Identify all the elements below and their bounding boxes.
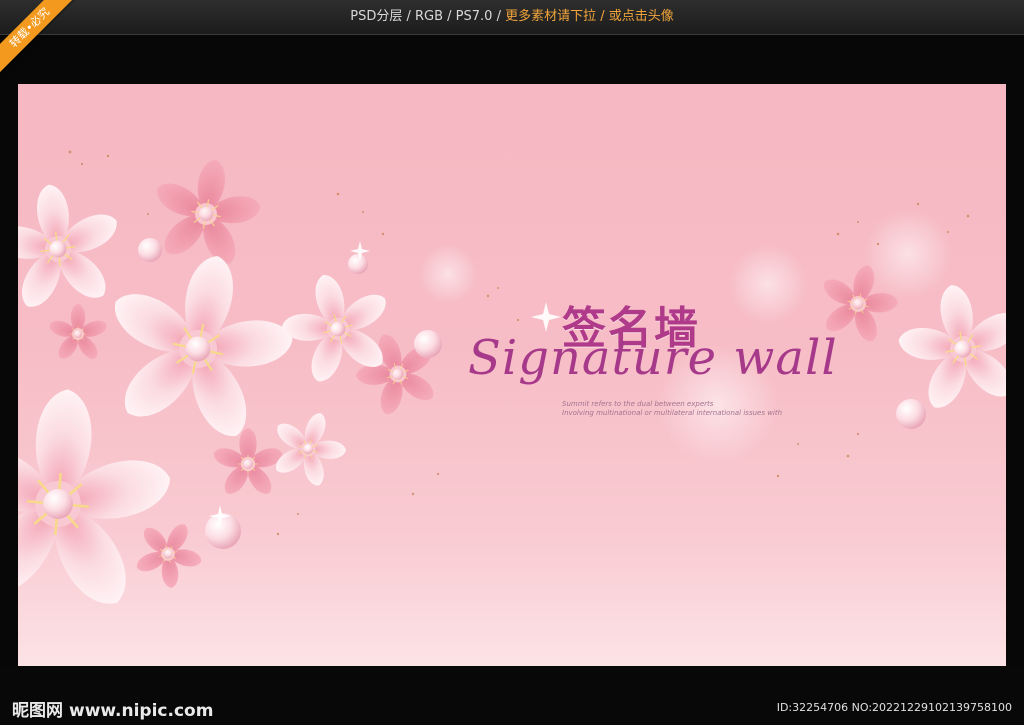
promo-link[interactable]: 更多素材请下拉 / 或点击头像 [505, 9, 674, 24]
corner-ribbon: 转载•必究 [0, 0, 90, 90]
image-id-text: ID:32254706 NO:20221229102139758100 [776, 701, 1012, 714]
top-info-bar: PSD分层 / RGB / PS7.0 / 更多素材请下拉 / 或点击头像 [0, 0, 1024, 35]
poster-subtitle-line2: Involving multinational or multilateral … [562, 409, 783, 417]
poster-subtitle-line1: Summit refers to the dual between expert… [562, 400, 714, 408]
format-info: PSD分层 / RGB / PS7.0 / [350, 9, 506, 24]
topbar-text: PSD分层 / RGB / PS7.0 / 更多素材请下拉 / 或点击头像 [0, 0, 1024, 34]
signature-wall-poster: 签名墙 Signature wall Summit refers to the … [18, 84, 1006, 666]
logo-cn: 昵图网 [12, 701, 63, 721]
watermark-footer: 昵图网 www.nipic.com ID:32254706 NO:20221229… [0, 666, 1024, 725]
copyright-ribbon-label: 转载•必究 [0, 0, 80, 78]
logo-url: www.nipic.com [69, 701, 214, 721]
poster-title-en: Signature wall [468, 330, 838, 386]
nipic-logo: 昵图网 www.nipic.com [12, 696, 213, 721]
